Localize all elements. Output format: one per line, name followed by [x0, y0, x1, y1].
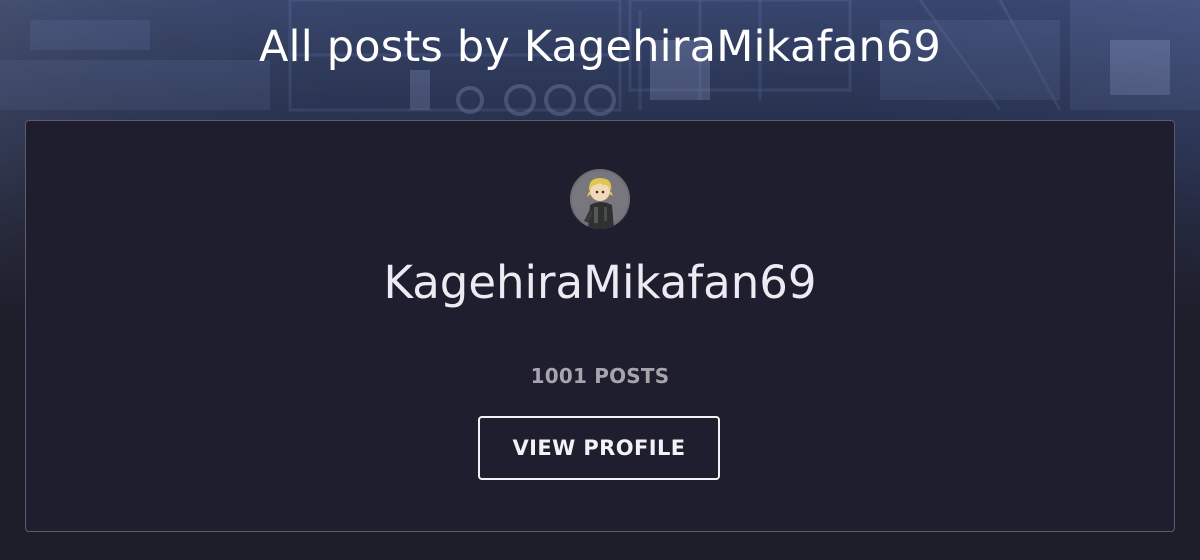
author-name: KagehiraMikafan69 [383, 256, 817, 309]
author-card: KagehiraMikafan69 1001 POSTS VIEW PROFIL… [25, 120, 1175, 532]
page-title: All posts by KagehiraMikafan69 [258, 22, 942, 72]
post-count: 1001 POSTS [530, 364, 670, 388]
view-profile-button[interactable]: VIEW PROFILE [478, 416, 720, 480]
user-avatar-icon[interactable] [570, 169, 630, 229]
author-archive-page: All posts by KagehiraMikafan69 KagehiraM… [0, 0, 1200, 560]
